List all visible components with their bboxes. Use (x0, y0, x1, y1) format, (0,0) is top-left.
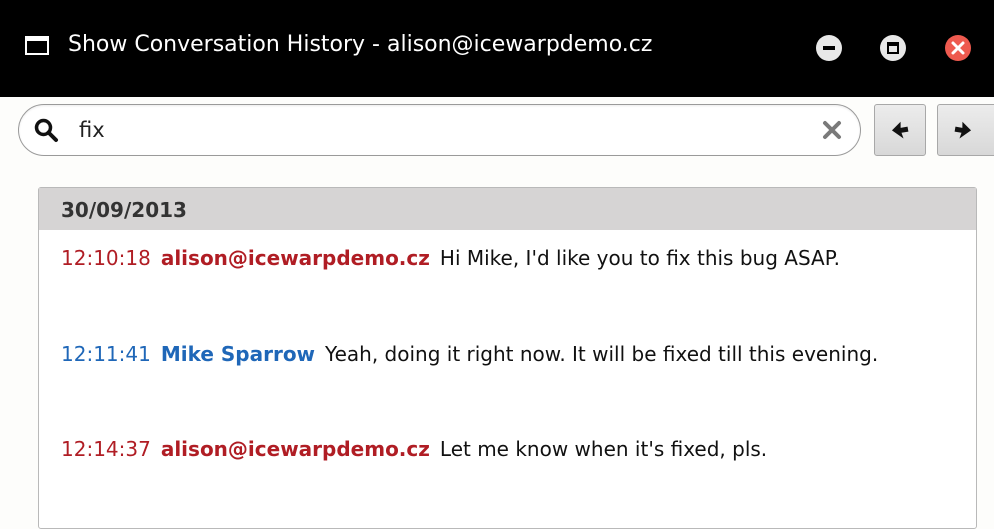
next-match-button[interactable] (937, 104, 994, 156)
message-sender: Mike Sparrow (160, 342, 316, 366)
message-sender: alison@icewarpdemo.cz (160, 437, 430, 461)
arrow-left-icon (891, 121, 909, 139)
message-time: 12:10:18 (61, 246, 151, 270)
title-bar: Show Conversation History - alison@icewa… (0, 0, 994, 97)
close-icon (951, 41, 965, 55)
maximize-icon (887, 42, 899, 54)
date-label: 30/09/2013 (61, 198, 187, 222)
message-text: Hi Mike, I'd like you to fix this bug AS… (439, 246, 840, 270)
search-icon (34, 118, 58, 142)
message-time: 12:11:41 (61, 342, 151, 366)
date-header: 30/09/2013 (39, 188, 976, 230)
previous-match-button[interactable] (874, 104, 926, 156)
minimize-icon (823, 46, 835, 50)
clear-icon[interactable] (821, 119, 843, 141)
message-sender: alison@icewarpdemo.cz (160, 246, 430, 270)
maximize-button[interactable] (880, 35, 906, 61)
close-button[interactable] (945, 35, 971, 61)
arrow-right-icon (954, 121, 972, 139)
message-item: 12:11:41 Mike Sparrow Yeah, doing it right… (61, 336, 941, 372)
window-icon (25, 36, 49, 55)
message-item: 12:14:37 alison@icewarpdemo.cz Let me know… (61, 431, 941, 467)
message-item: 12:10:18 alison@icewarpdemo.cz Hi Mike, I'… (61, 240, 941, 276)
message-text: Yeah, doing it right now. It will be fix… (325, 342, 879, 366)
window-title: Show Conversation History - alison@icewa… (68, 32, 653, 57)
search-input[interactable] (79, 115, 799, 145)
message-time: 12:14:37 (61, 437, 151, 461)
minimize-button[interactable] (816, 35, 842, 61)
message-text: Let me know when it's fixed, pls. (439, 437, 768, 461)
search-box (18, 104, 861, 156)
conversation-history-panel: 30/09/2013 12:10:18 alison@icewarpdemo.cz… (38, 187, 977, 529)
